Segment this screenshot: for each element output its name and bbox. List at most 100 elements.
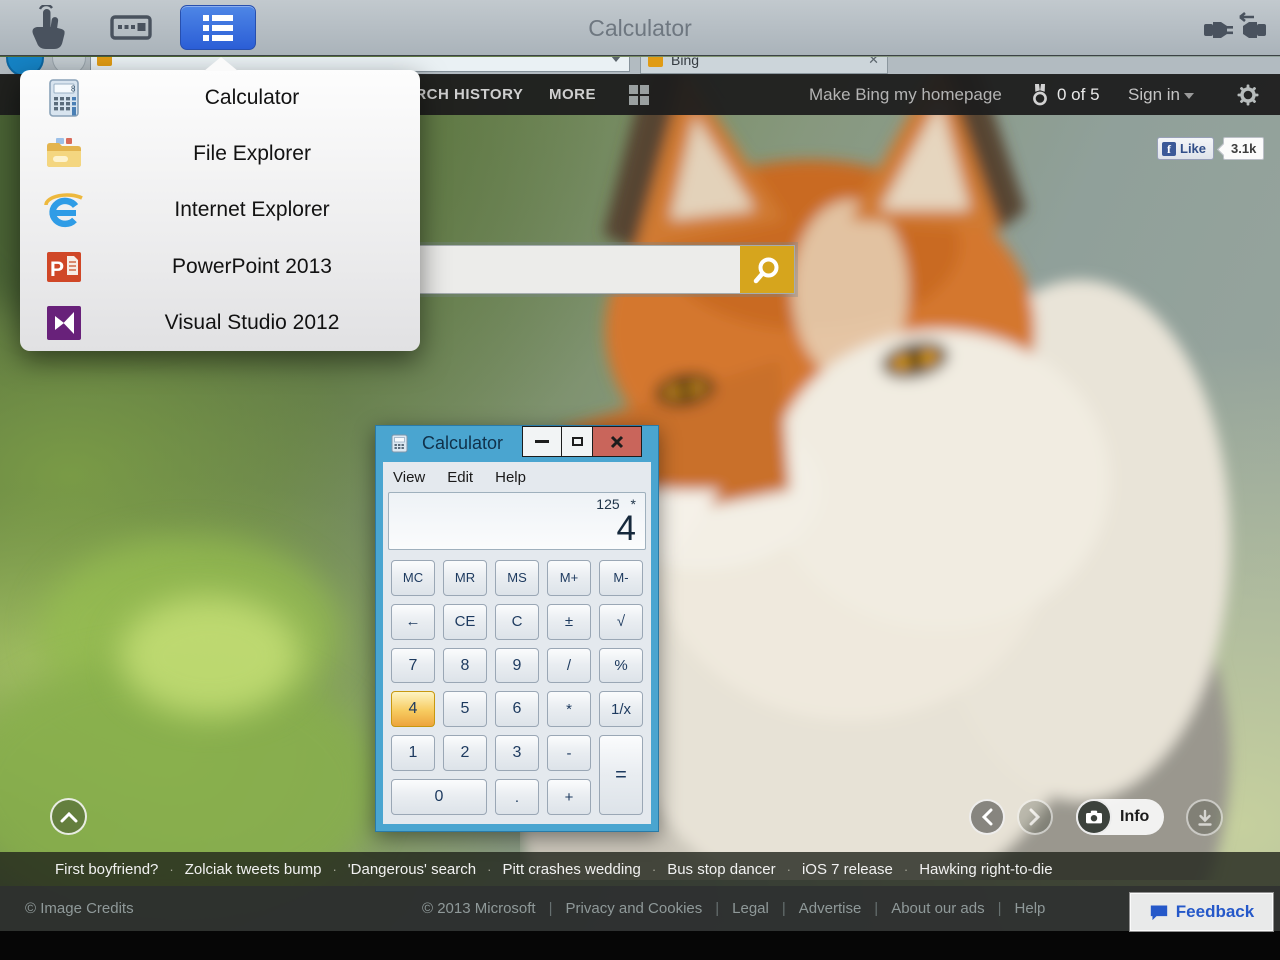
search-icon (752, 255, 782, 285)
app-menu-caret (204, 57, 238, 71)
calc-key-c[interactable]: C (495, 604, 539, 640)
session-title: Calculator (0, 0, 1280, 56)
close-button[interactable] (592, 426, 642, 457)
calc-key-percent[interactable]: % (599, 648, 643, 684)
rewards-count[interactable]: 0 of 5 (1057, 74, 1100, 115)
menu-item-label: File Explorer (96, 142, 408, 166)
menu-item-label: Internet Explorer (96, 198, 408, 222)
calc-key-6[interactable]: 6 (495, 691, 539, 727)
powerpoint-icon: P (44, 247, 84, 287)
search-button[interactable] (740, 246, 794, 293)
calc-key-multiply[interactable]: * (547, 691, 591, 727)
footer-link-advertise[interactable]: Advertise (799, 900, 862, 917)
download-image-button[interactable] (1186, 799, 1223, 836)
calc-key-equals[interactable]: = (599, 735, 643, 815)
calc-key-mplus[interactable]: M+ (547, 560, 591, 596)
menu-help[interactable]: Help (495, 469, 526, 486)
calc-key-minus[interactable]: - (547, 735, 591, 771)
calculator-keypad: MC MR MS M+ M- ← CE C ± √ 7 8 9 / % 4 5 … (391, 560, 643, 815)
chevron-left-icon (981, 808, 993, 826)
ticker-separator: · (904, 862, 908, 877)
nav-more[interactable]: MORE (549, 74, 596, 115)
calc-key-ce[interactable]: CE (443, 604, 487, 640)
feedback-bubble-icon (1149, 903, 1169, 921)
like-label: Like (1180, 141, 1206, 156)
browser-tab-bing[interactable]: Bing ✕ (640, 57, 888, 74)
footer-link-legal[interactable]: Legal (732, 900, 769, 917)
calculator-window[interactable]: Calculator View Edit Help 125 * 4 MC MR (375, 425, 659, 832)
calc-key-negate[interactable]: ± (547, 604, 591, 640)
footer-separator: | (998, 900, 1002, 917)
disconnect-icon[interactable] (1202, 10, 1268, 48)
minimize-button[interactable] (522, 426, 562, 457)
ticker-item[interactable]: Bus stop dancer (667, 861, 775, 878)
tiles-icon[interactable] (628, 84, 650, 106)
calculator-body: View Edit Help 125 * 4 MC MR MS M+ M- ← … (383, 462, 651, 824)
footer-link-privacy[interactable]: Privacy and Cookies (566, 900, 703, 917)
calc-key-mr[interactable]: MR (443, 560, 487, 596)
footer-link-about-ads[interactable]: About our ads (891, 900, 984, 917)
calc-key-mminus[interactable]: M- (599, 560, 643, 596)
calc-key-9[interactable]: 9 (495, 648, 539, 684)
like-button[interactable]: f Like (1157, 137, 1214, 160)
minimize-icon (535, 440, 549, 443)
image-credits-link[interactable]: © Image Credits (25, 886, 134, 931)
ticker-item[interactable]: Hawking right-to-die (919, 861, 1052, 878)
menu-item-internet-explorer[interactable]: Internet Explorer (20, 182, 420, 238)
calc-key-4-active[interactable]: 4 (391, 691, 435, 727)
calc-key-plus[interactable]: + (547, 779, 591, 815)
calculator-icon: 8 (44, 78, 84, 118)
make-homepage-link[interactable]: Make Bing my homepage (809, 74, 1002, 115)
footer-separator: | (549, 900, 553, 917)
footer-link-help[interactable]: Help (1015, 900, 1046, 917)
calc-key-decimal[interactable]: . (495, 779, 539, 815)
ticker-separator: · (787, 862, 791, 877)
feedback-button[interactable]: Feedback (1130, 893, 1273, 931)
svg-text:P: P (50, 258, 64, 281)
menu-item-file-explorer[interactable]: File Explorer (20, 126, 420, 182)
calc-key-ms[interactable]: MS (495, 560, 539, 596)
footer-copyright: © 2013 Microsoft (422, 900, 536, 917)
display-history: 125 * (389, 496, 636, 512)
calc-key-sqrt[interactable]: √ (599, 604, 643, 640)
calc-key-divide[interactable]: / (547, 648, 591, 684)
calc-key-mc[interactable]: MC (391, 560, 435, 596)
address-dropdown-icon[interactable] (611, 57, 621, 62)
chevron-right-icon (1029, 808, 1041, 826)
footer-links: © 2013 Microsoft | Privacy and Cookies | L… (422, 886, 1045, 931)
menu-view[interactable]: View (393, 469, 425, 486)
menu-item-label: Visual Studio 2012 (96, 311, 408, 335)
next-image-button[interactable] (1017, 799, 1053, 835)
menu-item-visual-studio[interactable]: Visual Studio 2012 (20, 295, 420, 351)
calc-key-0[interactable]: 0 (391, 779, 487, 815)
menu-item-calculator[interactable]: 8 Calculator (20, 70, 420, 126)
calculator-window-icon (390, 434, 409, 453)
calc-key-backspace[interactable]: ← (391, 604, 435, 640)
scroll-top-button[interactable] (50, 798, 87, 835)
calc-key-5[interactable]: 5 (443, 691, 487, 727)
maximize-button[interactable] (561, 426, 593, 457)
sign-in-link[interactable]: Sign in (1128, 74, 1180, 115)
image-info-control[interactable]: Info (1076, 799, 1164, 835)
previous-image-button[interactable] (969, 799, 1005, 835)
calc-key-8[interactable]: 8 (443, 648, 487, 684)
calc-key-7[interactable]: 7 (391, 648, 435, 684)
calc-key-2[interactable]: 2 (443, 735, 487, 771)
ticker-item[interactable]: First boyfriend? (55, 861, 158, 878)
tab-close-icon[interactable]: ✕ (868, 57, 879, 68)
ticker-item[interactable]: Pitt crashes wedding (502, 861, 640, 878)
ticker-item[interactable]: Zolciak tweets bump (185, 861, 322, 878)
calc-key-3[interactable]: 3 (495, 735, 539, 771)
ticker-item[interactable]: iOS 7 release (802, 861, 893, 878)
settings-gear-icon[interactable] (1236, 83, 1260, 107)
menu-edit[interactable]: Edit (447, 469, 473, 486)
calculator-titlebar[interactable]: Calculator (376, 426, 658, 462)
ticker-item[interactable]: 'Dangerous' search (348, 861, 476, 878)
calc-key-reciprocal[interactable]: 1/x (599, 691, 643, 727)
calc-key-1[interactable]: 1 (391, 735, 435, 771)
app-launcher-menu: 8 Calculator File Explorer (20, 70, 420, 351)
facebook-logo-icon: f (1162, 142, 1176, 156)
foliage-blur (120, 596, 300, 716)
menu-item-powerpoint[interactable]: P PowerPoint 2013 (20, 239, 420, 295)
ticker-separator: · (487, 862, 491, 877)
